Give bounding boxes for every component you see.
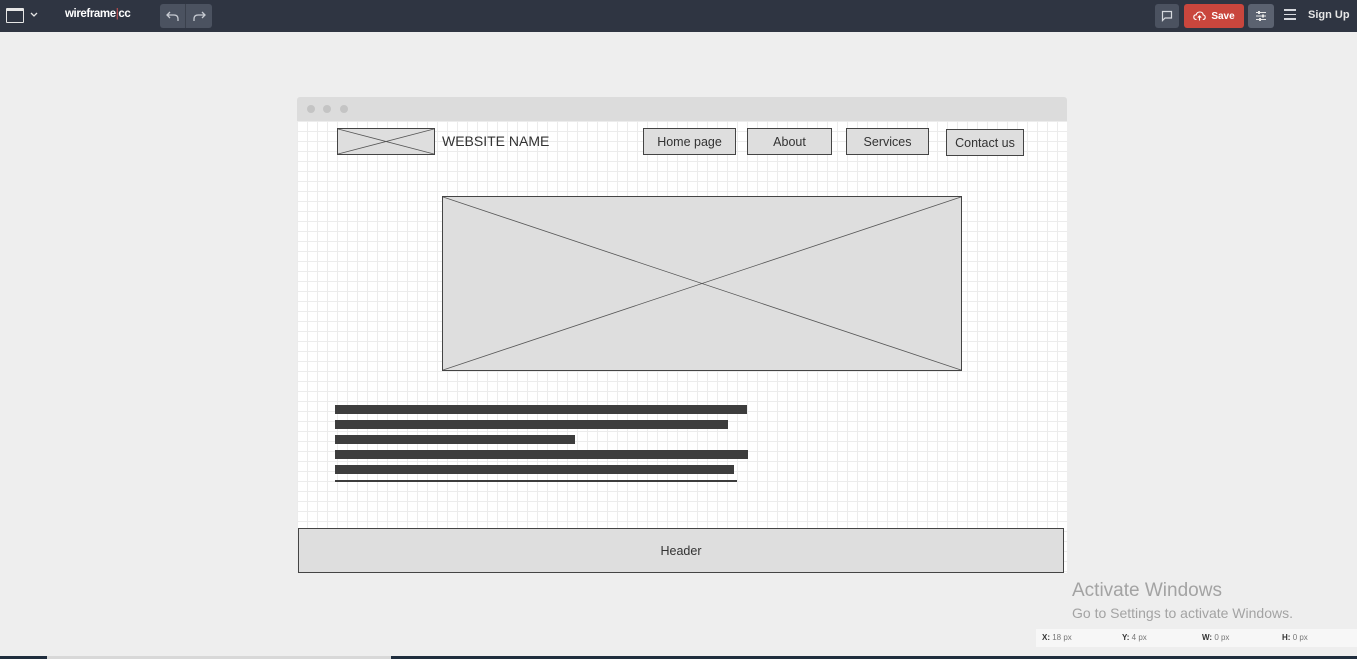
x-readout: X: 18 px	[1042, 633, 1072, 642]
top-toolbar: wireframe|cc Save Sign Up	[0, 0, 1357, 32]
settings-sliders-icon	[1256, 11, 1266, 21]
window-dot	[323, 105, 331, 113]
text-line	[335, 420, 728, 429]
text-line	[335, 450, 748, 459]
window-dot	[340, 105, 348, 113]
history-controls	[160, 4, 212, 28]
nav-about-button[interactable]: About	[747, 128, 832, 155]
windows-activation-watermark: Activate Windows Go to Settings to activ…	[1072, 580, 1293, 623]
wireframe-canvas[interactable]: WEBSITE NAME Home page About Services Co…	[297, 121, 1067, 573]
app-logo[interactable]: wireframe|cc	[65, 8, 131, 20]
redo-button[interactable]	[186, 4, 212, 28]
width-readout: W: 0 px	[1202, 633, 1230, 642]
undo-button[interactable]	[160, 4, 186, 28]
comment-button[interactable]	[1155, 4, 1179, 28]
text-line	[335, 435, 575, 444]
activation-title: Activate Windows	[1072, 580, 1222, 601]
activation-subtitle: Go to Settings to activate Windows.	[1072, 605, 1293, 621]
sign-up-link[interactable]: Sign Up	[1308, 9, 1350, 21]
nav-services-button[interactable]: Services	[846, 128, 929, 155]
position-status-bar: X: 18 px Y: 4 px W: 0 px H: 0 px	[1036, 629, 1357, 647]
page-menu-button[interactable]	[6, 7, 40, 25]
chevron-down-icon	[30, 9, 38, 23]
browser-title-bar[interactable]	[297, 97, 1067, 121]
page-window-icon	[6, 8, 24, 23]
nav-home-button[interactable]: Home page	[643, 128, 736, 155]
nav-contact-button[interactable]: Contact us	[946, 129, 1024, 156]
undo-icon	[166, 11, 179, 21]
hamburger-menu-icon[interactable]	[1284, 9, 1298, 23]
website-name-text[interactable]: WEBSITE NAME	[442, 133, 549, 149]
redo-icon	[192, 11, 206, 21]
browser-window-mockup[interactable]: WEBSITE NAME Home page About Services Co…	[297, 97, 1067, 573]
y-readout: Y: 4 px	[1122, 633, 1147, 642]
logo-image-placeholder[interactable]	[337, 128, 435, 155]
text-line	[335, 465, 734, 474]
save-label: Save	[1211, 10, 1235, 22]
hero-image-placeholder[interactable]	[442, 196, 962, 371]
save-button[interactable]: Save	[1184, 4, 1244, 28]
text-line	[335, 480, 737, 482]
text-line	[335, 405, 747, 414]
window-dot	[307, 105, 315, 113]
settings-button[interactable]	[1248, 4, 1274, 28]
brand-suffix: cc	[118, 8, 131, 20]
header-box[interactable]: Header	[298, 528, 1064, 573]
height-readout: H: 0 px	[1282, 633, 1308, 642]
brand-main: wireframe	[65, 8, 116, 20]
comment-icon	[1161, 10, 1173, 22]
cloud-upload-icon	[1193, 11, 1207, 21]
